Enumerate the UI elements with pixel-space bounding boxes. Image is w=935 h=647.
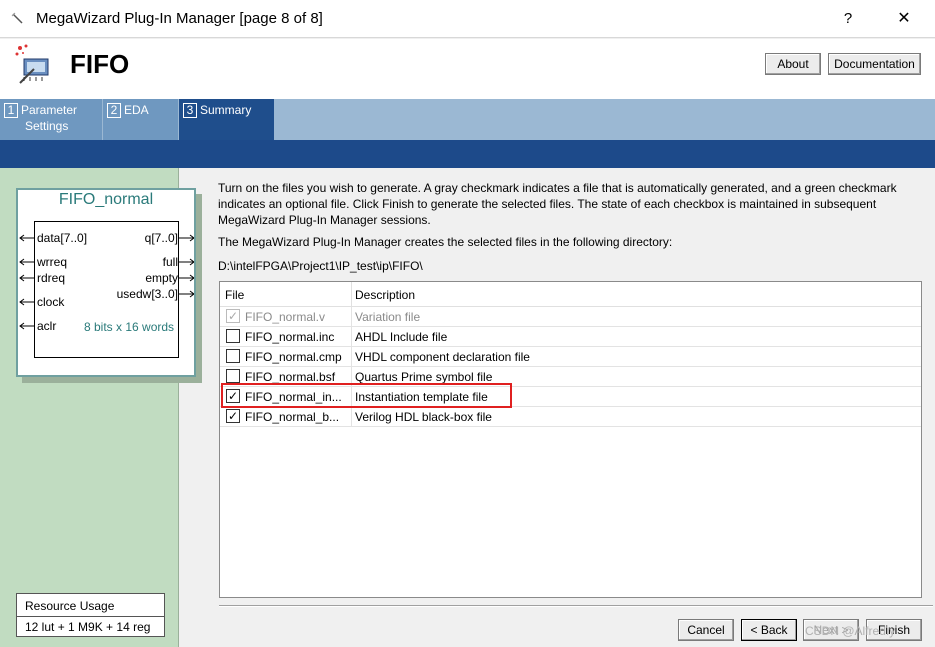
file-row: FIFO_normal.inc AHDL Include file [220,327,921,347]
divider [351,347,352,367]
file-checkbox[interactable]: ✓ [226,389,240,403]
tab-number: 2 [107,103,121,118]
back-button[interactable]: < Back [741,619,797,641]
file-row: ✓ FIFO_normal_b... Verilog HDL black-box… [220,407,921,427]
file-name: FIFO_normal.v [245,310,326,324]
file-name: FIFO_normal.cmp [245,350,342,364]
tab-number: 3 [183,103,197,118]
file-list-header: File Description [220,282,921,307]
resource-usage-value: 12 lut + 1 M9K + 14 reg [25,620,151,634]
directory-note: The MegaWizard Plug-In Manager creates t… [218,235,673,249]
cancel-button-label: Cancel [687,623,725,637]
file-checkbox[interactable] [226,369,240,383]
watermark: CSDN @Alfred.y [805,624,896,638]
divider [351,367,352,387]
help-button[interactable]: ? [838,7,858,31]
tab-label-line2: Settings [25,119,69,133]
file-name: FIFO_normal_in... [245,390,342,404]
file-name: FIFO_normal.inc [245,330,335,344]
divider [351,307,352,327]
documentation-button[interactable]: Documentation [828,53,921,75]
documentation-button-label: Documentation [834,57,915,71]
file-list: File Description ✓ FIFO_normal.v Variati… [219,281,922,598]
tab-number: 1 [4,103,18,118]
tab-bar: 1 Parameter Settings 2 EDA 3 Summary [0,99,935,140]
file-description: VHDL component declaration file [355,350,530,364]
file-row: ✓ FIFO_normal.v Variation file [220,307,921,327]
port-wrreq: wrreq [37,255,68,269]
column-header-description: Description [355,288,416,302]
tab-parameter-settings[interactable]: 1 Parameter Settings [0,99,102,140]
file-description: Variation file [355,310,421,324]
file-description: Verilog HDL black-box file [355,410,492,424]
port-data: data[7..0] [37,231,88,245]
file-checkbox[interactable]: ✓ [226,409,240,423]
divider [351,327,352,347]
instructions-text: Turn on the files you wish to generate. … [218,181,897,227]
page-heading: FIFO [70,49,130,79]
tab-summary[interactable]: 3 Summary [179,99,274,140]
about-button[interactable]: About [765,53,821,75]
port-aclr: aclr [37,319,57,333]
cancel-button[interactable]: Cancel [678,619,734,641]
tab-eda[interactable]: 2 EDA [103,99,178,140]
symbol-note: 8 bits x 16 words [84,320,175,334]
file-name: FIFO_normal.bsf [245,370,336,384]
port-full: full [162,255,178,269]
resource-usage-box: Resource Usage 12 lut + 1 M9K + 14 reg [16,593,165,637]
title-bar: MegaWizard Plug-In Manager [page 8 of 8]… [0,0,935,38]
file-description: Quartus Prime symbol file [355,370,493,384]
tab-underline-bar [0,140,935,168]
about-button-label: About [777,57,809,71]
tab-label: Summary [200,103,252,117]
file-checkbox[interactable] [226,329,240,343]
tab-label: EDA [124,103,149,117]
header: FIFO About Documentation [0,39,935,99]
back-button-label: < Back [750,623,788,637]
divider [351,282,352,307]
file-row: FIFO_normal.cmp VHDL component declarati… [220,347,921,367]
port-q: q[7..0] [144,231,178,245]
fifo-symbol: FIFO_normal data[7..0] wrreq rdreq clock… [16,188,196,377]
port-usedw: usedw[3..0] [116,287,178,301]
column-header-file: File [225,288,245,302]
port-rdreq: rdreq [37,271,66,285]
file-name: FIFO_normal_b... [245,410,340,424]
file-row: FIFO_normal.bsf Quartus Prime symbol fil… [220,367,921,387]
file-description: Instantiation template file [355,390,488,404]
port-empty: empty [145,271,178,285]
megawizard-logo-icon [15,44,49,84]
footer-divider [219,605,933,607]
close-button[interactable]: ✕ [892,7,916,31]
port-clock: clock [37,295,65,309]
output-directory: D:\intelFPGA\Project1\IP_test\ip\FIFO\ [218,259,423,273]
file-checkbox[interactable] [226,349,240,363]
window-title: MegaWizard Plug-In Manager [page 8 of 8] [36,10,323,27]
divider [351,407,352,427]
tab-label: Parameter [21,103,78,117]
file-checkbox[interactable]: ✓ [226,309,240,323]
file-description: AHDL Include file [355,330,448,344]
resource-usage-label: Resource Usage [25,599,115,613]
divider [17,616,164,617]
divider [351,387,352,407]
wand-icon [11,12,23,24]
file-row: ✓ FIFO_normal_in... Instantiation templa… [220,387,921,407]
